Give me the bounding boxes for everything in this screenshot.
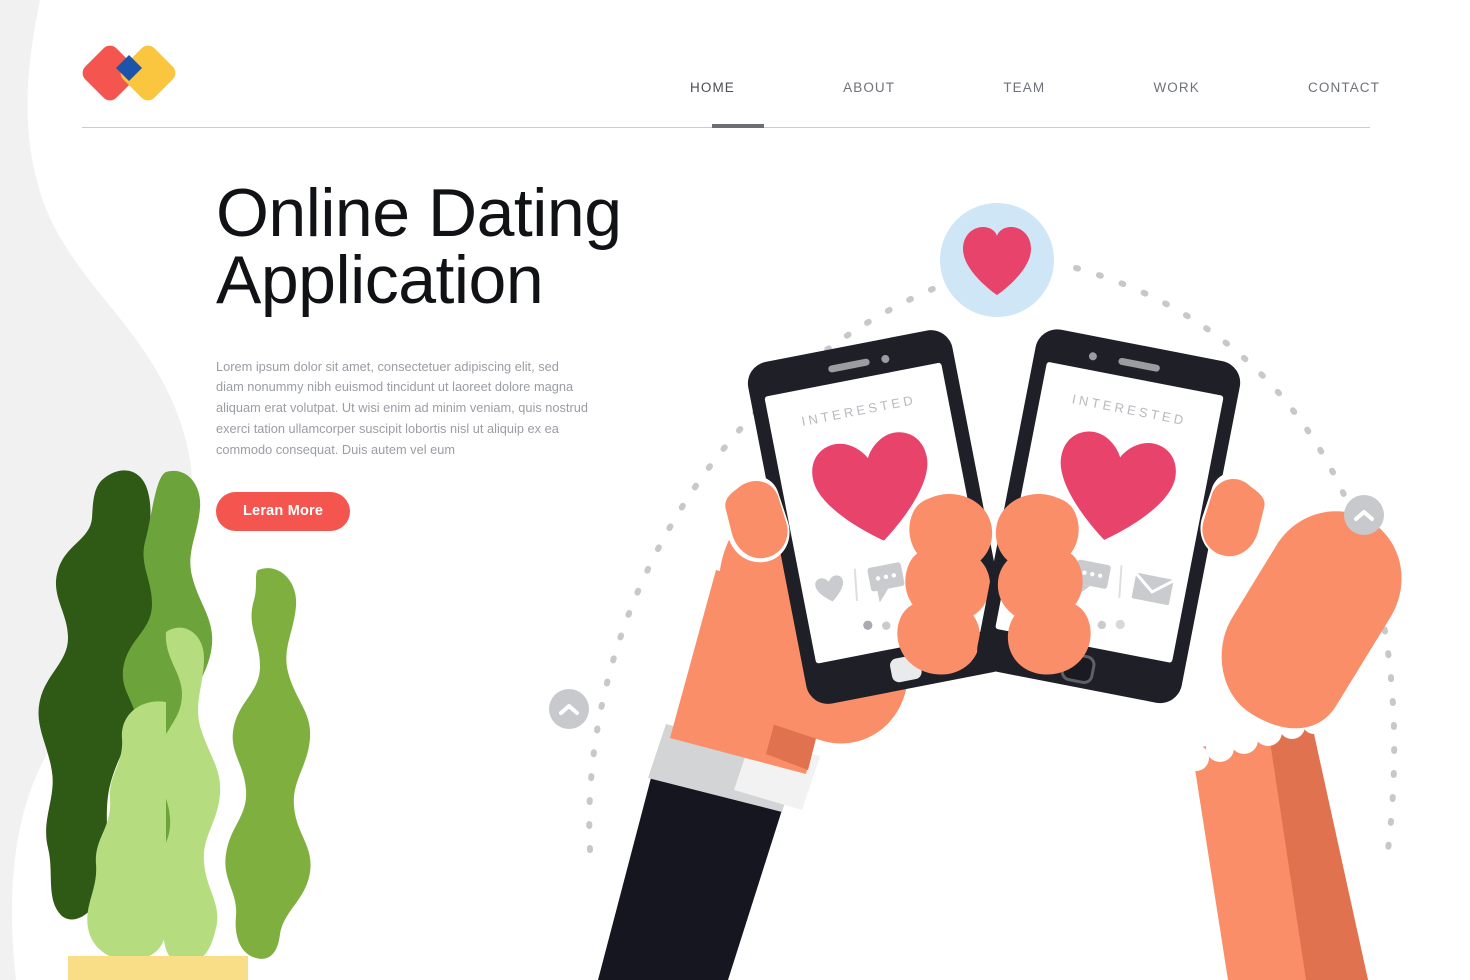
plant-leaf-right (225, 568, 311, 959)
nav-item-work[interactable]: WORK (1153, 80, 1199, 95)
nav-item-team[interactable]: TEAM (1003, 80, 1045, 95)
chevron-up-button-left[interactable] (549, 689, 589, 729)
main-navigation: HOME ABOUT TEAM WORK CONTACT (690, 72, 1380, 102)
chevron-up-icon (559, 704, 579, 715)
learn-more-button[interactable]: Leran More (216, 492, 351, 532)
hero-section: Online Dating Application Lorem ipsum do… (216, 175, 736, 532)
hero-description: Lorem ipsum dolor sit amet, consectetuer… (216, 358, 588, 457)
nav-active-indicator (712, 124, 764, 128)
right-fingers (995, 493, 1091, 675)
chevron-up-icon (1354, 510, 1374, 521)
plant-leaf-mid (115, 470, 213, 930)
plant-pot (68, 956, 248, 980)
overlapping-diamonds-logo[interactable] (82, 42, 178, 104)
chevron-up-button-right[interactable] (1344, 495, 1384, 535)
nav-item-about[interactable]: ABOUT (843, 80, 895, 95)
site-header: HOME ABOUT TEAM WORK CONTACT (0, 0, 1470, 132)
landing-page: HOME ABOUT TEAM WORK CONTACT Online Dati… (0, 0, 1470, 980)
nav-item-home[interactable]: HOME (690, 80, 735, 95)
plant-leaf-light (151, 627, 221, 964)
potted-plant (38, 470, 311, 980)
heart-badge (940, 203, 1054, 317)
page-title: Online Dating Application (216, 175, 622, 319)
plant-leaf-light-lobes (87, 701, 167, 961)
plant-leaf-dark (38, 470, 157, 920)
nav-item-contact[interactable]: CONTACT (1308, 80, 1380, 95)
